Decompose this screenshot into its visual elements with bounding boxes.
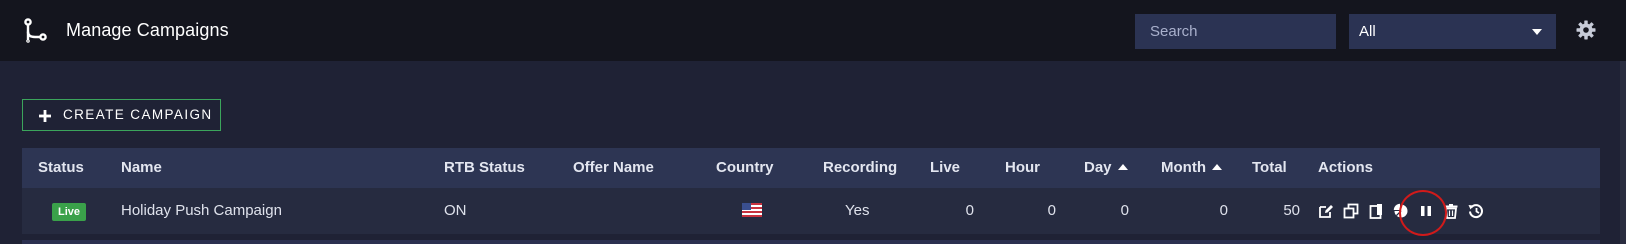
column-header-total: Total — [1252, 159, 1287, 176]
edit-icon[interactable] — [1318, 203, 1334, 219]
column-header-day[interactable]: Day — [1084, 159, 1128, 176]
create-campaign-button[interactable]: CREATE CAMPAIGN — [22, 99, 221, 131]
sort-up-icon — [1211, 164, 1222, 170]
hour-count: 0 — [1047, 202, 1056, 219]
column-header-hour: Hour — [1005, 159, 1040, 176]
campaigns-table: Status Name RTB Status Offer Name Countr… — [22, 148, 1600, 234]
table-row[interactable]: Live Holiday Push Campaign ON Yes 0 0 0 … — [22, 188, 1600, 234]
history-icon[interactable] — [1468, 203, 1484, 219]
search-input[interactable] — [1135, 14, 1336, 49]
plus-icon — [39, 110, 51, 122]
sort-up-icon — [1117, 164, 1128, 170]
day-count: 0 — [1120, 202, 1129, 219]
column-header-recording: Recording — [823, 159, 898, 176]
create-campaign-label: CREATE CAMPAIGN — [63, 107, 213, 122]
column-header-name: Name — [121, 159, 162, 176]
column-header-month-label: Month — [1161, 159, 1206, 176]
us-flag-icon — [742, 203, 762, 217]
highlight-annotation-circle — [1399, 190, 1447, 236]
top-bar: Manage Campaigns All — [0, 0, 1626, 61]
filter-selected-value: All — [1359, 23, 1376, 40]
caret-down-icon — [1532, 29, 1542, 35]
column-header-month[interactable]: Month — [1161, 159, 1222, 176]
column-header-day-label: Day — [1084, 159, 1112, 176]
status-badge: Live — [52, 203, 86, 221]
clipboard-icon[interactable] — [1368, 203, 1384, 219]
gear-icon[interactable] — [1576, 20, 1596, 40]
live-count: 0 — [965, 202, 974, 219]
total-count: 50 — [1283, 202, 1300, 219]
status-filter-select[interactable]: All — [1349, 14, 1556, 49]
table-header: Status Name RTB Status Offer Name Countr… — [22, 148, 1600, 188]
column-header-live: Live — [930, 159, 961, 176]
column-header-country: Country — [716, 159, 774, 176]
rtb-status-value: ON — [444, 202, 467, 219]
page-title: Manage Campaigns — [66, 20, 229, 40]
campaign-name[interactable]: Holiday Push Campaign — [121, 202, 282, 219]
recording-value: Yes — [845, 202, 870, 219]
copy-icon[interactable] — [1343, 203, 1359, 219]
scrollbar-track[interactable] — [1620, 61, 1626, 244]
column-header-actions: Actions — [1318, 159, 1374, 176]
column-header-status: Status — [38, 159, 84, 176]
month-count: 0 — [1219, 202, 1228, 219]
column-header-rtb-status: RTB Status — [444, 159, 525, 176]
branch-logo-icon[interactable] — [24, 18, 48, 44]
column-header-offer-name: Offer Name — [573, 159, 654, 176]
table-row[interactable] — [22, 240, 1600, 244]
